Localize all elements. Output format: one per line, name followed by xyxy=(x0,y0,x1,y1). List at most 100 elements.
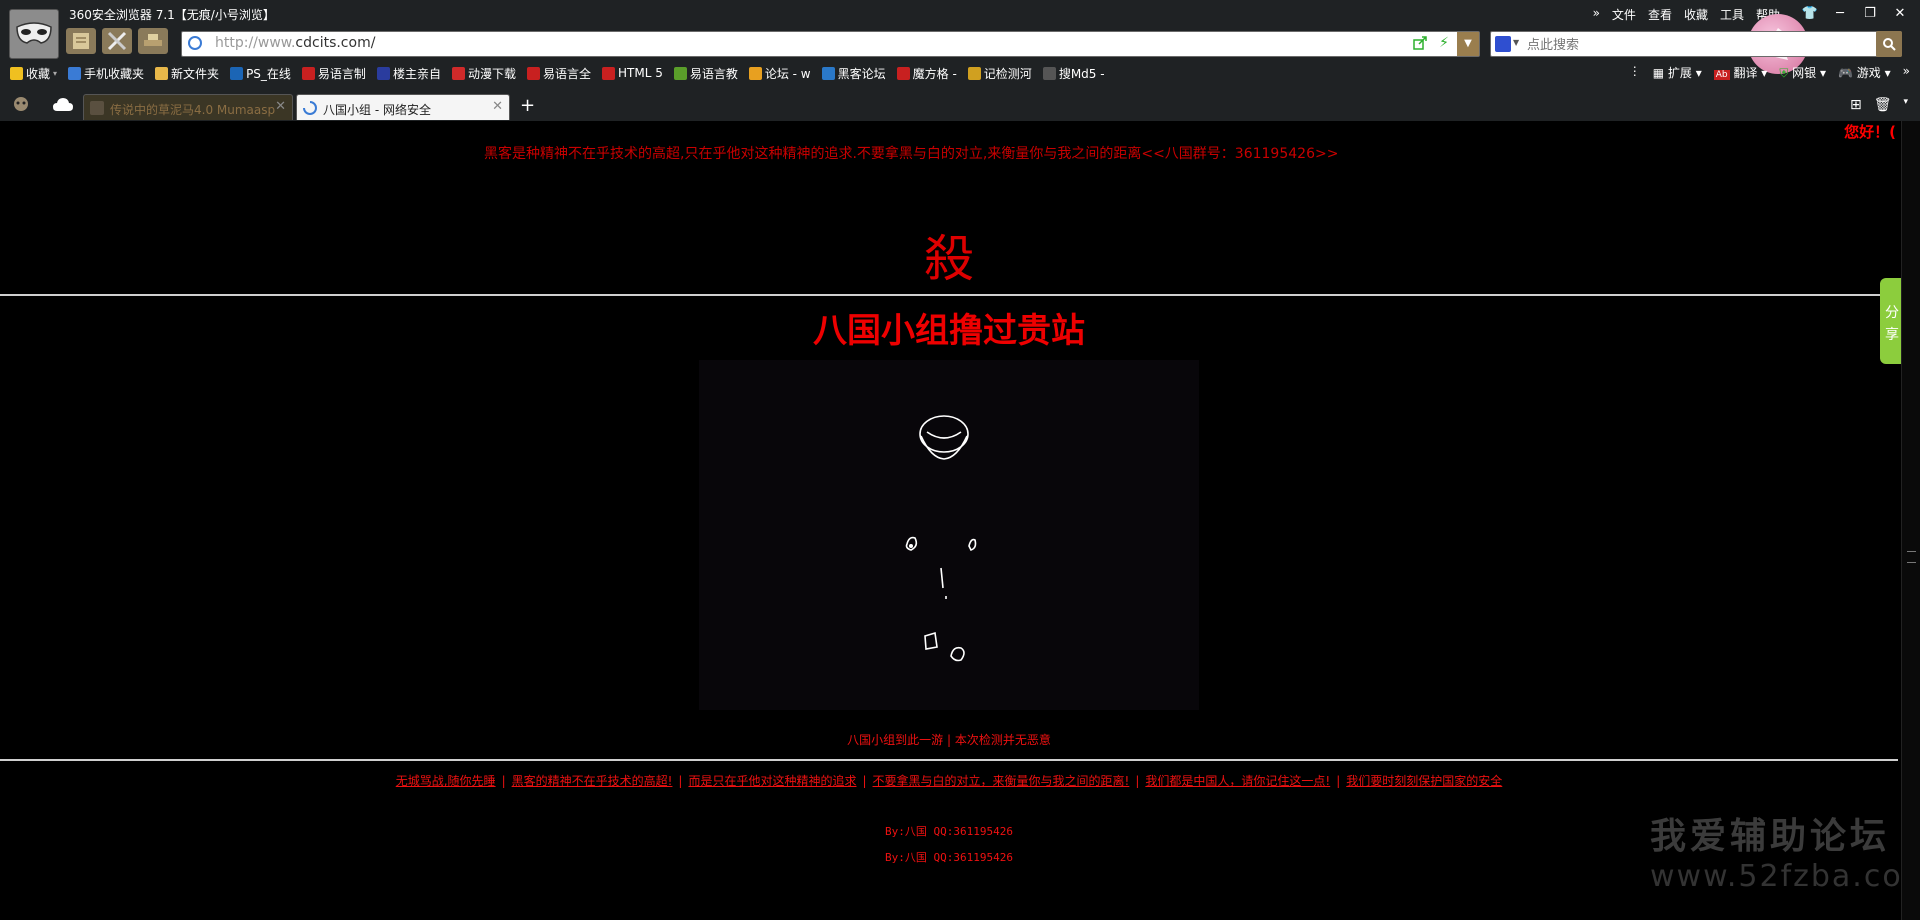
skin-icons xyxy=(66,28,168,54)
speed-mode-icon[interactable]: ⚡ xyxy=(1439,35,1449,51)
footer-link-2[interactable]: 黑客的精神不在乎技术的高超! xyxy=(512,774,673,788)
bookmark-label: 易语言教 xyxy=(689,66,738,81)
bookmark-item[interactable]: 新文件夹 xyxy=(155,64,219,82)
bookmark-label: 楼主亲自 xyxy=(392,66,441,81)
menu-more-icon[interactable]: » xyxy=(1593,6,1600,23)
browser-chrome: 360安全浏览器 7.1【无痕/小号浏览】 » 文件 查看 收藏 工具 帮助 👕… xyxy=(0,0,1920,121)
online-banking-button[interactable]: ⛨ 网银 ▾ xyxy=(1779,64,1826,81)
address-dropdown-button[interactable]: ▼ xyxy=(1457,32,1479,56)
tab-grid-icon[interactable]: ⊞ xyxy=(1850,97,1862,113)
scroll-icon[interactable] xyxy=(66,28,96,54)
bookmarks-bar: 收藏 ▾ 手机收藏夹 新文件夹 PS_在线 易语言制 楼主亲自 动漫下载 易语言全 HTML 5 易… xyxy=(10,64,1105,82)
bookmark-label: 易语言全 xyxy=(542,66,591,81)
bookmark-label: 记检测河 xyxy=(983,66,1032,81)
bookmark-favicon-icon xyxy=(451,66,465,80)
author-line: By:八国 QQ:361195426 xyxy=(885,851,1013,864)
chevron-down-icon[interactable]: ▾ xyxy=(1903,97,1908,113)
bookmark-favicon-icon xyxy=(821,66,835,80)
flash-animation[interactable] xyxy=(699,360,1199,710)
menu-tools[interactable]: 工具 xyxy=(1720,6,1744,23)
footer-link-4[interactable]: 不要拿黑与白的对立，来衡量你与我之间的距离! xyxy=(873,774,1130,788)
menu-favorites[interactable]: 收藏 xyxy=(1684,6,1708,23)
bookmark-favicon-icon xyxy=(1042,66,1056,80)
new-tab-button[interactable]: + xyxy=(520,95,535,116)
hammer-icon[interactable] xyxy=(138,28,168,54)
search-input[interactable] xyxy=(1525,34,1829,56)
vertical-scrollbar[interactable] xyxy=(1901,121,1920,920)
close-tab-icon[interactable]: ✕ xyxy=(275,99,286,114)
bookmark-label: 收藏 xyxy=(26,66,51,81)
bookmark-label: 搜Md5 - xyxy=(1058,66,1105,81)
kill-character: 殺 xyxy=(924,230,974,288)
tools-icon[interactable] xyxy=(102,28,132,54)
footer-link-6[interactable]: 我们要时刻刻保护国家的安全 xyxy=(1346,774,1502,788)
search-box: ▼ xyxy=(1490,31,1902,57)
tab-label: 八国小组 - 网络安全 xyxy=(323,103,431,117)
share-page-icon[interactable] xyxy=(1413,36,1427,50)
greeting-text: 您好！( xyxy=(1844,123,1896,141)
bookmark-item[interactable]: HTML 5 xyxy=(601,64,663,82)
bookmark-favicon-icon xyxy=(376,66,390,80)
divider xyxy=(0,759,1898,761)
bookmark-label: 手机收藏夹 xyxy=(84,66,145,81)
web-page: 您好！( 黑客是种精神不在乎技术的高超,只在乎他对这种精神的追求.不要拿黑与白的… xyxy=(0,121,1920,920)
toolbar-extensions: ⋮ ▦ 扩展 ▾ Ab 翻译 ▾ ⛨ 网银 ▾ 🎮 游戏 ▾ » xyxy=(1629,64,1910,81)
search-engine-icon[interactable] xyxy=(1495,36,1511,52)
loading-spinner-icon xyxy=(303,101,317,115)
menu-view[interactable]: 查看 xyxy=(1648,6,1672,23)
bookmark-item[interactable]: 易语言制 xyxy=(301,64,366,82)
bookmark-item[interactable]: 搜Md5 - xyxy=(1042,64,1105,82)
bookmark-item[interactable]: 手机收藏夹 xyxy=(68,64,144,82)
globe-icon xyxy=(188,36,202,50)
bookmark-label: PS_在线 xyxy=(246,66,291,81)
bookmark-favicon-icon xyxy=(526,66,540,80)
bookmark-item[interactable]: 魔方格 - xyxy=(896,64,957,82)
scrollbar-grip[interactable] xyxy=(1907,551,1916,563)
maximize-button[interactable]: ❐ xyxy=(1860,4,1880,22)
bookmark-item[interactable]: 动漫下载 xyxy=(451,64,516,82)
app-title: 360安全浏览器 7.1【无痕/小号浏览】 xyxy=(69,8,275,22)
minimize-button[interactable]: ─ xyxy=(1830,4,1850,22)
menu-file[interactable]: 文件 xyxy=(1612,6,1636,23)
chevron-down-icon[interactable]: ▼ xyxy=(1513,38,1519,47)
search-button[interactable] xyxy=(1876,31,1902,57)
bookmarks-overflow-icon[interactable]: » xyxy=(1903,64,1910,81)
watermark-title: 我爱辅助论坛 xyxy=(1650,816,1891,857)
games-button[interactable]: 🎮 游戏 ▾ xyxy=(1838,64,1891,81)
bookmark-label: 易语言制 xyxy=(317,66,366,81)
bookmark-item[interactable]: 论坛 - w xyxy=(748,64,811,82)
trash-icon[interactable]: 🗑 xyxy=(1874,97,1892,113)
bookmark-item[interactable]: 收藏 ▾ xyxy=(10,64,57,82)
star-icon xyxy=(10,66,23,80)
bookmark-item[interactable]: 楼主亲自 xyxy=(376,64,441,82)
footer-link-5[interactable]: 我们都是中国人，请你记住这一点! xyxy=(1145,774,1330,788)
visit-notice: 八国小组到此一游 | 本次检测并无恶意 xyxy=(847,733,1051,747)
address-url[interactable]: http://www.cdcits.com/ xyxy=(215,35,375,51)
bookmark-label: HTML 5 xyxy=(617,66,663,80)
bookmark-favicon-icon xyxy=(748,66,762,80)
footer-link-3[interactable]: 而是只在乎他对这种精神的追求 xyxy=(688,774,856,788)
footer-link-1[interactable]: 无城骂战,随你先睡 xyxy=(396,774,496,788)
tab-mumaasp[interactable]: 传说中的草泥马4.0 Mumaasp ✕ xyxy=(83,94,293,120)
close-window-button[interactable]: ✕ xyxy=(1890,4,1910,22)
tab-baguo[interactable]: 八国小组 - 网络安全 ✕ xyxy=(296,94,510,120)
title-bar: 360安全浏览器 7.1【无痕/小号浏览】 » 文件 查看 收藏 工具 帮助 👕… xyxy=(0,0,1920,27)
cloud-sync-icon[interactable] xyxy=(52,96,74,114)
tab-strip: 传说中的草泥马4.0 Mumaasp ✕ 八国小组 - 网络安全 ✕ + ⊞ 🗑… xyxy=(0,90,1920,121)
bookmark-favicon-icon xyxy=(68,66,82,80)
bookmark-item[interactable]: PS_在线 xyxy=(230,64,291,82)
bookmark-item[interactable]: 记检测河 xyxy=(967,64,1032,82)
chevron-down-icon[interactable]: ▾ xyxy=(53,69,57,78)
stick-figure-animation xyxy=(905,415,977,662)
close-tab-icon[interactable]: ✕ xyxy=(492,99,503,114)
address-bar[interactable]: http://www.cdcits.com/ ⚡ ▼ xyxy=(181,31,1480,57)
bookmark-item[interactable]: 易语言全 xyxy=(526,64,591,82)
bookmark-item[interactable]: 易语言教 xyxy=(673,64,738,82)
translate-button[interactable]: Ab 翻译 ▾ xyxy=(1713,64,1767,81)
ghost-mode-icon[interactable] xyxy=(10,95,32,115)
bookmark-item[interactable]: 黑客论坛 xyxy=(821,64,886,82)
footer-links: 无城骂战,随你先睡 | 黑客的精神不在乎技术的高超! | 而是只在乎他对这种精神的追求 |… xyxy=(395,774,1503,788)
user-avatar-mask-icon[interactable] xyxy=(9,9,59,59)
more-dots-icon[interactable]: ⋮ xyxy=(1629,64,1641,81)
extensions-button[interactable]: ▦ 扩展 ▾ xyxy=(1653,64,1702,81)
